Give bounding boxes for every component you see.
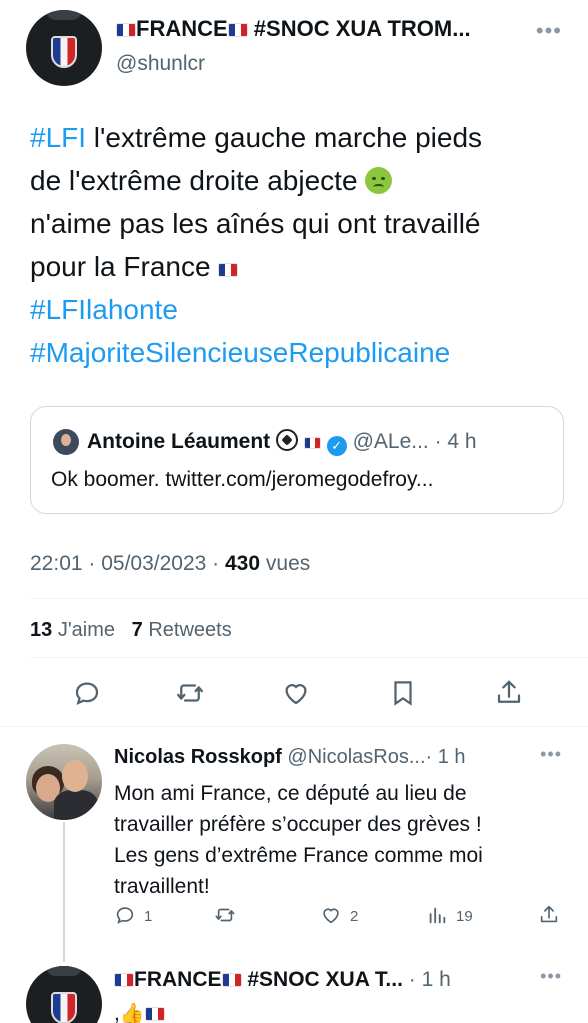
divider <box>0 726 588 727</box>
reply-author[interactable]: FRANCE #SNOC XUA T... · 1 h <box>114 968 451 992</box>
reply-author[interactable]: Nicolas Rosskopf @NicolasRos...· 1 h <box>114 746 466 769</box>
avatar-detail <box>62 760 88 792</box>
divider <box>30 598 588 599</box>
verified-badge-icon: ✓ <box>326 436 347 456</box>
reply-share-button[interactable] <box>538 904 560 928</box>
france-flag-icon <box>221 973 242 987</box>
reply-line: travaillent! <box>114 875 210 898</box>
reply-time: · 1 h <box>425 746 466 768</box>
reply-views-button[interactable]: 19 <box>426 904 473 928</box>
reply-author-avatar[interactable] <box>26 966 102 1023</box>
thumbs-up-emoji-icon: 👍 <box>119 1003 145 1023</box>
views-icon <box>429 907 446 924</box>
nauseated-face-emoji-icon <box>365 167 393 194</box>
hashtag-link[interactable]: #LFI <box>30 122 86 153</box>
tweet-action-bar <box>72 678 522 712</box>
like-icon[interactable] <box>281 678 311 708</box>
avatar-collar <box>46 10 82 20</box>
france-flag-icon <box>114 973 134 987</box>
reply-line: travailler préfère s’occuper des grèves … <box>114 813 482 836</box>
tweet-line: #MajoriteSilencieuseRepublicaine <box>30 331 570 374</box>
author-name[interactable]: FRANCE #SNOC XUA TROM... <box>116 16 471 42</box>
share-icon <box>540 905 558 923</box>
quoted-author-name: Antoine Léaument <box>87 430 271 453</box>
more-options-icon[interactable]: ••• <box>540 744 562 765</box>
tweet-text: #LFI l'extrême gauche marche pieds de l'… <box>30 116 570 374</box>
reply-time: · 1 h <box>408 968 451 991</box>
divider <box>30 657 588 658</box>
avatar-crest <box>51 36 77 68</box>
retweets-stat[interactable]: 7 Retweets <box>132 619 232 641</box>
tweet-line: de l'extrême droite abjecte <box>30 159 570 202</box>
tweet-line: n'aime pas les aînés qui ont travaillé <box>30 208 481 239</box>
quoted-tweet-text: Ok boomer. twitter.com/jeromegodefroy... <box>51 468 434 491</box>
retweet-icon <box>215 908 235 922</box>
quoted-tweet[interactable]: Antoine Léaument ✓ @ALe... · 4 h Ok boom… <box>30 406 564 514</box>
reply-like-button[interactable]: 2 <box>320 904 358 928</box>
tweet-line: #LFI l'extrême gauche marche pieds <box>30 122 483 153</box>
reply-text: ,👍 <box>114 998 574 1023</box>
quoted-author-handle: @ALe... <box>352 430 429 453</box>
tweet-header: FRANCE #SNOC XUA TROM... @shunlcr ••• <box>26 10 562 86</box>
soccer-ball-icon <box>276 429 299 451</box>
reply-author-avatar[interactable] <box>26 744 102 820</box>
quoted-tweet-header: Antoine Léaument ✓ @ALe... · 4 h <box>87 429 477 456</box>
likes-stat[interactable]: 13 J'aime <box>30 619 115 641</box>
hashtag-link[interactable]: #LFIlahonte <box>30 294 178 325</box>
author-handle[interactable]: @shunlcr <box>116 52 205 76</box>
reply-tweet[interactable]: Nicolas Rosskopf @NicolasRos...· 1 h •••… <box>26 744 562 944</box>
france-flag-icon <box>218 263 239 277</box>
reply-action-bar: 1 2 19 <box>114 904 564 928</box>
more-options-icon[interactable]: ••• <box>540 966 562 987</box>
avatar-collar <box>46 966 82 976</box>
reply-text: Mon ami France, ce député au lieu de tra… <box>114 778 574 902</box>
france-flag-icon <box>303 437 321 449</box>
reply-author-name: Nicolas Rosskopf <box>114 746 282 768</box>
avatar-crest <box>51 992 77 1023</box>
avatar-detail <box>54 790 98 820</box>
views-label: vues <box>265 552 311 575</box>
reply-icon <box>116 907 134 924</box>
thread-line <box>63 822 65 962</box>
france-flag-icon <box>116 23 136 37</box>
author-avatar[interactable] <box>26 10 102 86</box>
tweet-meta: 22:01 · 05/03/2023 · 430 vues <box>30 552 310 576</box>
quoted-author-avatar <box>53 429 79 455</box>
reply-tweet[interactable]: FRANCE #SNOC XUA T... · 1 h ••• ,👍 <box>26 966 562 1023</box>
reply-retweet-button[interactable] <box>214 904 244 928</box>
france-flag-icon <box>227 23 248 37</box>
tweet-stats: 13 J'aime 7 Retweets <box>30 619 232 642</box>
more-options-icon[interactable]: ••• <box>536 18 562 44</box>
views-count: 430 <box>225 552 261 575</box>
retweet-icon[interactable] <box>175 678 205 708</box>
tweet-timestamp[interactable]: 22:01 · 05/03/2023 · <box>30 552 219 575</box>
reply-line: Mon ami France, ce député au lieu de <box>114 782 467 805</box>
reply-icon[interactable] <box>72 678 102 708</box>
share-icon[interactable] <box>494 678 524 708</box>
like-icon <box>323 908 339 924</box>
reply-author-handle: @NicolasRos... <box>287 746 426 768</box>
bookmark-icon[interactable] <box>388 678 418 708</box>
tweet-line: pour la France <box>30 245 570 288</box>
france-flag-icon <box>144 1007 165 1021</box>
quoted-tweet-time: · 4 h <box>434 430 477 453</box>
hashtag-link[interactable]: #MajoriteSilencieuseRepublicaine <box>30 337 450 368</box>
reply-reply-button[interactable]: 1 <box>114 904 152 928</box>
reply-line: Les gens d’extrême France comme moi <box>114 844 483 867</box>
tweet-line: #LFIlahonte <box>30 288 570 331</box>
